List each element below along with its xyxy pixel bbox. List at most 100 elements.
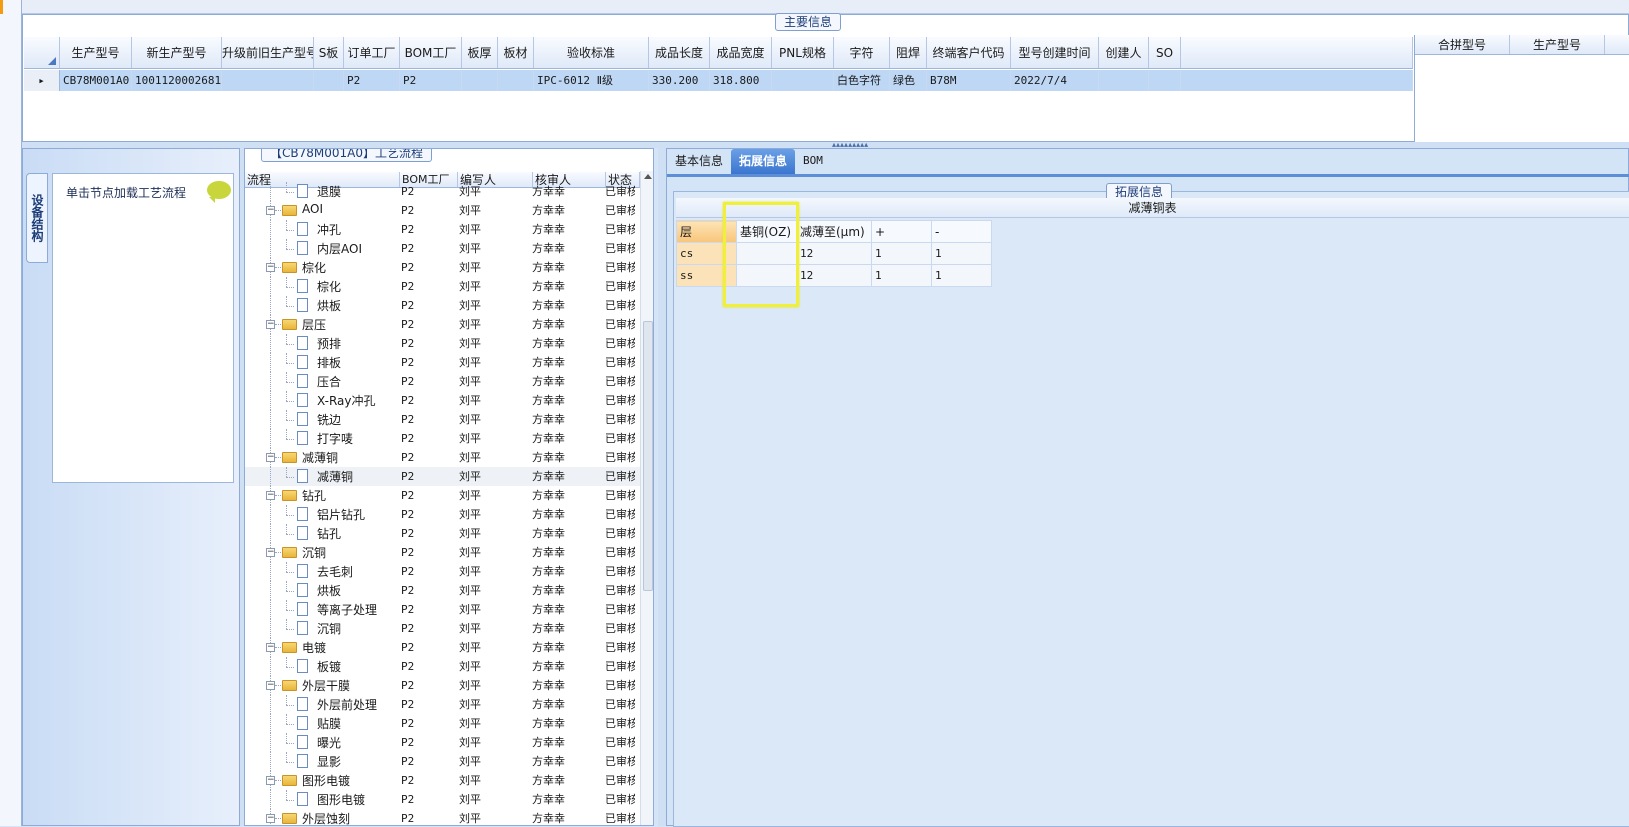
main-cell[interactable] xyxy=(314,70,344,91)
main-col-header[interactable]: 板厚 xyxy=(462,37,498,68)
main-col-header[interactable]: SO xyxy=(1149,37,1181,68)
main-col-header[interactable]: 终端客户代码 xyxy=(927,37,1011,68)
tree-leaf-node[interactable]: 退膜 P2 刘平 方幸幸 已审核 xyxy=(245,182,640,201)
main-col-header[interactable]: 升级前旧生产型号 xyxy=(222,37,314,68)
main-cell[interactable]: 330.200 xyxy=(649,70,710,91)
main-cell[interactable] xyxy=(462,70,498,91)
tab-extended-info[interactable]: 拓展信息 xyxy=(731,149,796,174)
tree-folder-node[interactable]: − 减薄铜 P2 刘平 方幸幸 已审核 xyxy=(245,448,640,467)
ext-cell[interactable]: 1 xyxy=(871,264,932,287)
tab-device-structure[interactable]: 设备结构 xyxy=(26,173,48,263)
tree-leaf-node[interactable]: 压合 P2 刘平 方幸幸 已审核 xyxy=(245,372,640,391)
tree-folder-node[interactable]: − 外层蚀刻 P2 刘平 方幸幸 已审核 xyxy=(245,809,640,825)
tree-folder-node[interactable]: − 棕化 P2 刘平 方幸幸 已审核 xyxy=(245,258,640,277)
tree-leaf-node[interactable]: 内层AOI P2 刘平 方幸幸 已审核 xyxy=(245,239,640,258)
tree-leaf-node[interactable]: 贴膜 P2 刘平 方幸幸 已审核 xyxy=(245,714,640,733)
main-cell[interactable]: B78M xyxy=(927,70,1011,91)
main-cell[interactable]: 10011200026812 xyxy=(132,70,222,91)
main-cell[interactable] xyxy=(1149,70,1181,91)
tree-folder-node[interactable]: − AOI P2 刘平 方幸幸 已审核 xyxy=(245,201,640,220)
tree-leaf-node[interactable]: 棕化 P2 刘平 方幸幸 已审核 xyxy=(245,277,640,296)
grid-corner[interactable] xyxy=(24,37,60,68)
merge-col-header[interactable]: 合拼型号 xyxy=(1415,35,1510,54)
tree-folder-node[interactable]: − 图形电镀 P2 刘平 方幸幸 已审核 xyxy=(245,771,640,790)
row-selector-icon[interactable]: ▸ xyxy=(24,70,60,91)
main-cell[interactable]: IPC-6012 Ⅱ级 xyxy=(534,70,649,91)
tree-folder-node[interactable]: − 电镀 P2 刘平 方幸幸 已审核 xyxy=(245,638,640,657)
tree-leaf-node[interactable]: 外层前处理 P2 刘平 方幸幸 已审核 xyxy=(245,695,640,714)
tree-leaf-node[interactable]: 曝光 P2 刘平 方幸幸 已审核 xyxy=(245,733,640,752)
main-cell[interactable]: 白色字符 xyxy=(834,70,890,91)
ext-cell[interactable]: 12 xyxy=(796,242,872,265)
main-cell[interactable]: P2 xyxy=(344,70,400,91)
main-col-header[interactable]: 新生产型号 xyxy=(132,37,222,68)
main-col-header[interactable]: BOM工厂 xyxy=(400,37,462,68)
ext-col-header[interactable]: + xyxy=(871,220,932,243)
main-col-header[interactable]: 型号创建时间 xyxy=(1011,37,1099,68)
main-cell[interactable]: 绿色 xyxy=(890,70,927,91)
ext-col-header[interactable]: 减薄至(μm) xyxy=(796,220,872,243)
main-info-row[interactable]: ▸ CB78M001A0 10011200026812 P2 P2 IPC-6012 Ⅱ级… xyxy=(24,70,1413,91)
main-cell[interactable] xyxy=(1099,70,1149,91)
main-cell[interactable]: 2022/7/4 xyxy=(1011,70,1099,91)
main-col-header[interactable]: 成品长度 xyxy=(649,37,710,68)
main-col-header[interactable]: 板材 xyxy=(498,37,534,68)
tree-leaf-node[interactable]: 烘板 P2 刘平 方幸幸 已审核 xyxy=(245,296,640,315)
tree-leaf-node[interactable]: 冲孔 P2 刘平 方幸幸 已审核 xyxy=(245,220,640,239)
tab-basic-info[interactable]: 基本信息 xyxy=(667,149,731,174)
tree-folder-node[interactable]: − 钻孔 P2 刘平 方幸幸 已审核 xyxy=(245,486,640,505)
ext-cell[interactable]: 1 xyxy=(931,242,992,265)
tree-leaf-node[interactable]: 去毛刺 P2 刘平 方幸幸 已审核 xyxy=(245,562,640,581)
ext-cell[interactable]: 1 xyxy=(931,264,992,287)
collapse-icon[interactable]: − xyxy=(266,453,275,462)
tree-leaf-node[interactable]: 打字唛 P2 刘平 方幸幸 已审核 xyxy=(245,429,640,448)
tree-leaf-node[interactable]: 板镀 P2 刘平 方幸幸 已审核 xyxy=(245,657,640,676)
tree-leaf-node[interactable]: 减薄铜 P2 刘平 方幸幸 已审核 xyxy=(245,467,640,486)
tree-leaf-node[interactable]: 预排 P2 刘平 方幸幸 已审核 xyxy=(245,334,640,353)
collapse-icon[interactable]: − xyxy=(266,814,275,823)
tree-leaf-node[interactable]: 烘板 P2 刘平 方幸幸 已审核 xyxy=(245,581,640,600)
tree-leaf-node[interactable]: 铣边 P2 刘平 方幸幸 已审核 xyxy=(245,410,640,429)
tab-bom[interactable]: BOM xyxy=(795,149,831,174)
collapse-icon[interactable]: − xyxy=(266,548,275,557)
ext-cell[interactable]: 1 xyxy=(871,242,932,265)
collapse-icon[interactable]: − xyxy=(266,681,275,690)
collapse-icon[interactable]: − xyxy=(266,643,275,652)
right-splitter[interactable] xyxy=(658,148,666,826)
tree-folder-node[interactable]: − 沉铜 P2 刘平 方幸幸 已审核 xyxy=(245,543,640,562)
collapse-icon[interactable]: − xyxy=(266,320,275,329)
tree-leaf-node[interactable]: 图形电镀 P2 刘平 方幸幸 已审核 xyxy=(245,790,640,809)
main-col-header[interactable]: S板 xyxy=(314,37,344,68)
main-col-header[interactable]: 成品宽度 xyxy=(710,37,772,68)
main-col-header[interactable]: 创建人 xyxy=(1099,37,1149,68)
main-cell[interactable]: 318.800 xyxy=(710,70,772,91)
collapse-icon[interactable]: − xyxy=(266,263,275,272)
main-cell[interactable] xyxy=(222,70,314,91)
main-col-header[interactable]: PNL规格 xyxy=(772,37,834,68)
main-col-header[interactable]: 订单工厂 xyxy=(344,37,400,68)
collapse-icon[interactable]: − xyxy=(266,776,275,785)
ext-cell[interactable]: 12 xyxy=(796,264,872,287)
tree-leaf-node[interactable]: 钻孔 P2 刘平 方幸幸 已审核 xyxy=(245,524,640,543)
tree-leaf-node[interactable]: X-Ray冲孔 P2 刘平 方幸幸 已审核 xyxy=(245,391,640,410)
collapse-icon[interactable]: − xyxy=(266,206,275,215)
main-cell[interactable]: P2 xyxy=(400,70,462,91)
ext-col-header[interactable]: - xyxy=(931,220,992,243)
tree-folder-node[interactable]: − 层压 P2 刘平 方幸幸 已审核 xyxy=(245,315,640,334)
main-col-header[interactable]: 生产型号 xyxy=(60,37,132,68)
main-col-header[interactable]: 阻焊 xyxy=(890,37,927,68)
main-cell[interactable]: CB78M001A0 xyxy=(60,70,132,91)
tree-leaf-node[interactable]: 沉铜 P2 刘平 方幸幸 已审核 xyxy=(245,619,640,638)
main-col-header[interactable]: 验收标准 xyxy=(534,37,649,68)
scroll-thumb[interactable] xyxy=(643,321,653,591)
tree-leaf-node[interactable]: 等离子处理 P2 刘平 方幸幸 已审核 xyxy=(245,600,640,619)
main-cell[interactable] xyxy=(772,70,834,91)
tree-leaf-node[interactable]: 排板 P2 刘平 方幸幸 已审核 xyxy=(245,353,640,372)
scroll-up-icon[interactable] xyxy=(644,174,652,179)
main-cell[interactable] xyxy=(498,70,534,91)
tree-scrollbar[interactable] xyxy=(640,171,653,825)
main-col-header[interactable]: 字符 xyxy=(834,37,890,68)
merge-col-header[interactable]: 生产型号 xyxy=(1510,35,1605,54)
tree-folder-node[interactable]: − 外层干膜 P2 刘平 方幸幸 已审核 xyxy=(245,676,640,695)
tree-leaf-node[interactable]: 显影 P2 刘平 方幸幸 已审核 xyxy=(245,752,640,771)
